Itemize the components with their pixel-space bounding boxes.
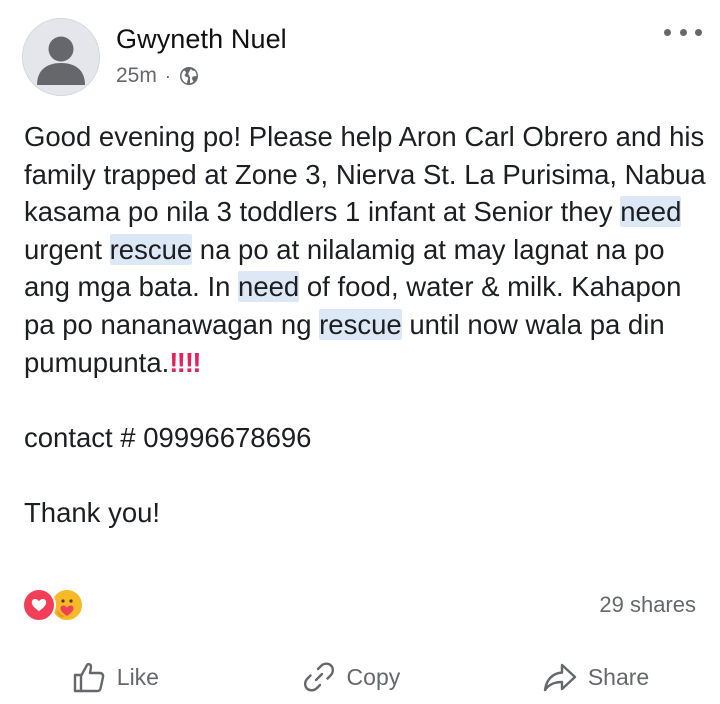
post-body: Good evening po! Please help Aron Carl O… [24, 118, 714, 532]
post-paragraph: Good evening po! Please help Aron Carl O… [24, 118, 714, 381]
link-icon [303, 662, 334, 692]
post-actions-bar: Like Copy Share [0, 650, 720, 704]
reactions-summary[interactable] [22, 588, 84, 622]
thanks-line: Thank you! [24, 496, 161, 528]
dot-icon [695, 28, 702, 36]
copy-button[interactable]: Copy [301, 659, 401, 695]
globe-icon[interactable] [179, 66, 199, 86]
share-arrow-icon [543, 663, 577, 692]
share-button[interactable]: Share [542, 659, 649, 695]
double-exclamation-emoji: ‼‼ [169, 346, 201, 378]
highlighted-word: need [620, 196, 682, 228]
avatar[interactable] [22, 18, 100, 96]
highlighted-word: need [238, 271, 300, 303]
love-reaction-icon [22, 588, 56, 622]
dot-icon [664, 28, 671, 36]
default-avatar-icon [23, 19, 99, 95]
highlighted-word: rescue [319, 308, 402, 340]
more-options-button[interactable] [664, 22, 702, 42]
highlighted-word: rescue [109, 233, 193, 265]
post-meta: 25m · [116, 64, 199, 88]
meta-separator: · [164, 65, 171, 86]
dot-icon [679, 28, 687, 36]
contact-line: contact # 09996678696 [24, 421, 312, 453]
post-timestamp[interactable]: 25m [116, 64, 157, 88]
thumbs-up-icon [73, 662, 105, 693]
share-label: Share [587, 663, 650, 690]
shares-count[interactable]: 29 shares [599, 592, 696, 618]
post-text-segment: urgent [24, 233, 110, 265]
copy-label: Copy [346, 663, 401, 690]
post-text-segment: Good evening po! Please help Aron Carl O… [24, 121, 706, 228]
author-name[interactable]: Gwyneth Nuel [116, 24, 287, 55]
like-label: Like [116, 663, 159, 690]
like-button[interactable]: Like [71, 659, 159, 695]
